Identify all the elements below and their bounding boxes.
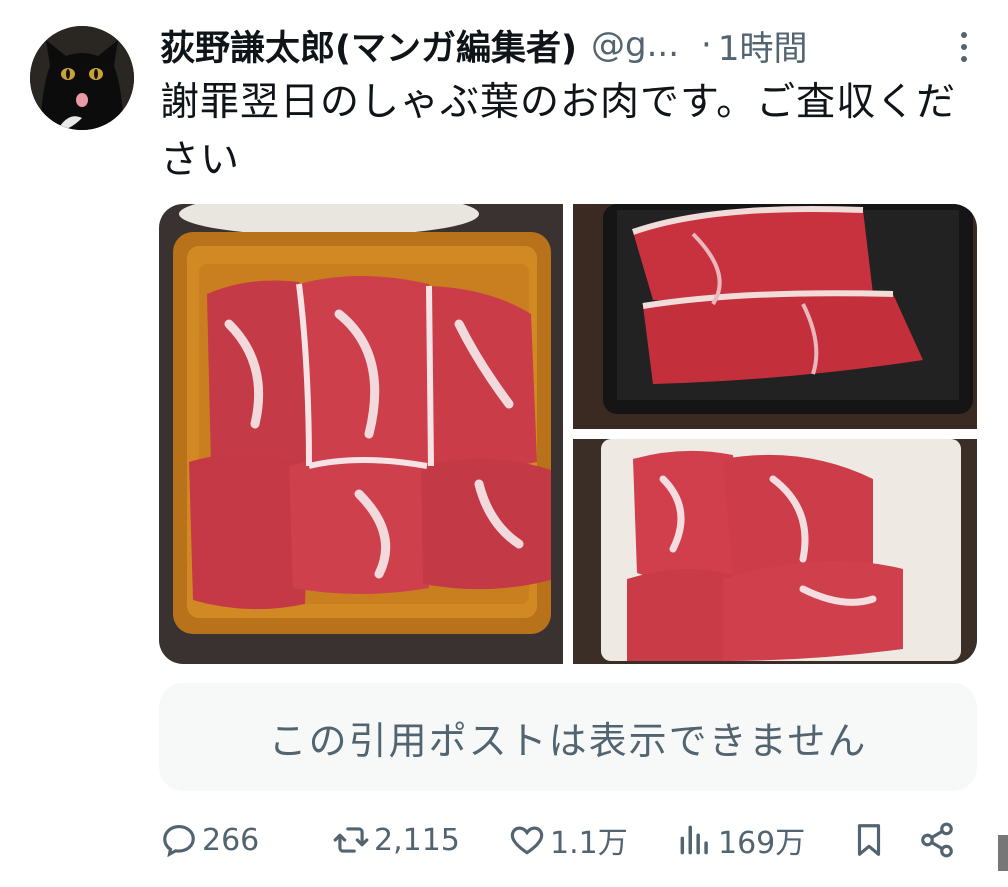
user-handle[interactable]: @g... — [591, 25, 679, 65]
scrollbar-thumb[interactable] — [998, 835, 1008, 871]
views-button[interactable]: 169万 — [676, 810, 805, 870]
heart-icon — [510, 826, 544, 855]
media-image-3[interactable] — [573, 439, 977, 664]
like-count: 1.1万 — [550, 826, 628, 861]
media-image-2[interactable] — [573, 204, 977, 429]
analytics-icon — [680, 825, 708, 855]
reply-button[interactable]: 266 — [160, 810, 259, 870]
view-count: 169万 — [718, 826, 806, 861]
media-image-1[interactable] — [159, 204, 563, 664]
like-button[interactable]: 1.1万 — [508, 810, 628, 870]
retweet-count: 2,115 — [374, 822, 460, 858]
display-name[interactable]: 荻野謙太郎(マンガ編集者) — [160, 20, 577, 71]
quote-unavailable-box[interactable]: この引用ポストは表示できません — [159, 683, 977, 791]
media-grid — [159, 204, 977, 664]
more-options-icon[interactable] — [958, 32, 970, 66]
cat-avatar-image — [30, 26, 134, 130]
action-bar: 266 2,115 1.1万 169万 — [160, 810, 980, 870]
reply-count: 266 — [202, 822, 260, 858]
bookmark-button[interactable] — [850, 810, 888, 870]
retweet-button[interactable]: 2,115 — [332, 810, 460, 870]
bookmark-icon — [857, 824, 881, 856]
timestamp[interactable]: 1時間 — [718, 21, 808, 70]
share-icon — [921, 822, 953, 858]
tweet-header: 荻野謙太郎(マンガ編集者) @g... · 1時間 — [160, 20, 970, 71]
avatar[interactable] — [30, 26, 134, 130]
separator-dot: · — [701, 25, 712, 65]
quote-unavailable-text: この引用ポストは表示できません — [268, 718, 868, 763]
retweet-icon — [333, 827, 369, 853]
tweet-text: 謝罪翌日のしゃぶ葉のお肉です。ご査収ください — [160, 80, 957, 183]
reply-icon — [163, 824, 195, 858]
share-button[interactable] — [918, 810, 956, 870]
